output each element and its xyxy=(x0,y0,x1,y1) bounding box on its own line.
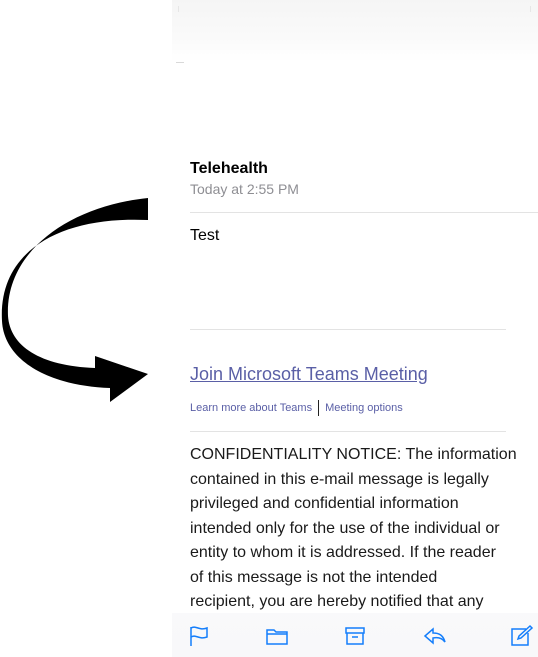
join-teams-meeting-link[interactable]: Join Microsoft Teams Meeting xyxy=(190,364,428,385)
teams-links-row: Learn more about Teams Meeting options xyxy=(190,398,403,418)
compose-icon[interactable] xyxy=(508,624,534,648)
link-separator xyxy=(318,400,320,416)
archive-icon[interactable] xyxy=(342,624,368,648)
header-divider xyxy=(176,62,184,63)
faded-header-area xyxy=(172,0,538,62)
learn-more-link[interactable]: Learn more about Teams xyxy=(190,402,312,414)
bottom-toolbar xyxy=(172,613,538,657)
header-divider-line xyxy=(190,212,538,213)
folder-icon[interactable] xyxy=(264,624,290,648)
confidentiality-notice: CONFIDENTIALITY NOTICE: The information … xyxy=(190,446,517,610)
sender-name[interactable]: Telehealth xyxy=(190,160,268,178)
screenshot: Telehealth Today at 2:55 PM Test Join Mi… xyxy=(0,0,538,657)
message-body-text: Test xyxy=(190,227,220,244)
message-timestamp: Today at 2:55 PM xyxy=(190,181,299,197)
meeting-options-link[interactable]: Meeting options xyxy=(325,402,403,414)
faint-nav-icon xyxy=(526,6,531,12)
flag-icon[interactable] xyxy=(186,624,212,648)
body-divider-line xyxy=(190,329,506,330)
reply-icon[interactable] xyxy=(422,624,448,648)
links-divider-line xyxy=(190,431,506,432)
curved-arrow-icon xyxy=(1,198,149,402)
faint-back-icon xyxy=(178,6,183,12)
